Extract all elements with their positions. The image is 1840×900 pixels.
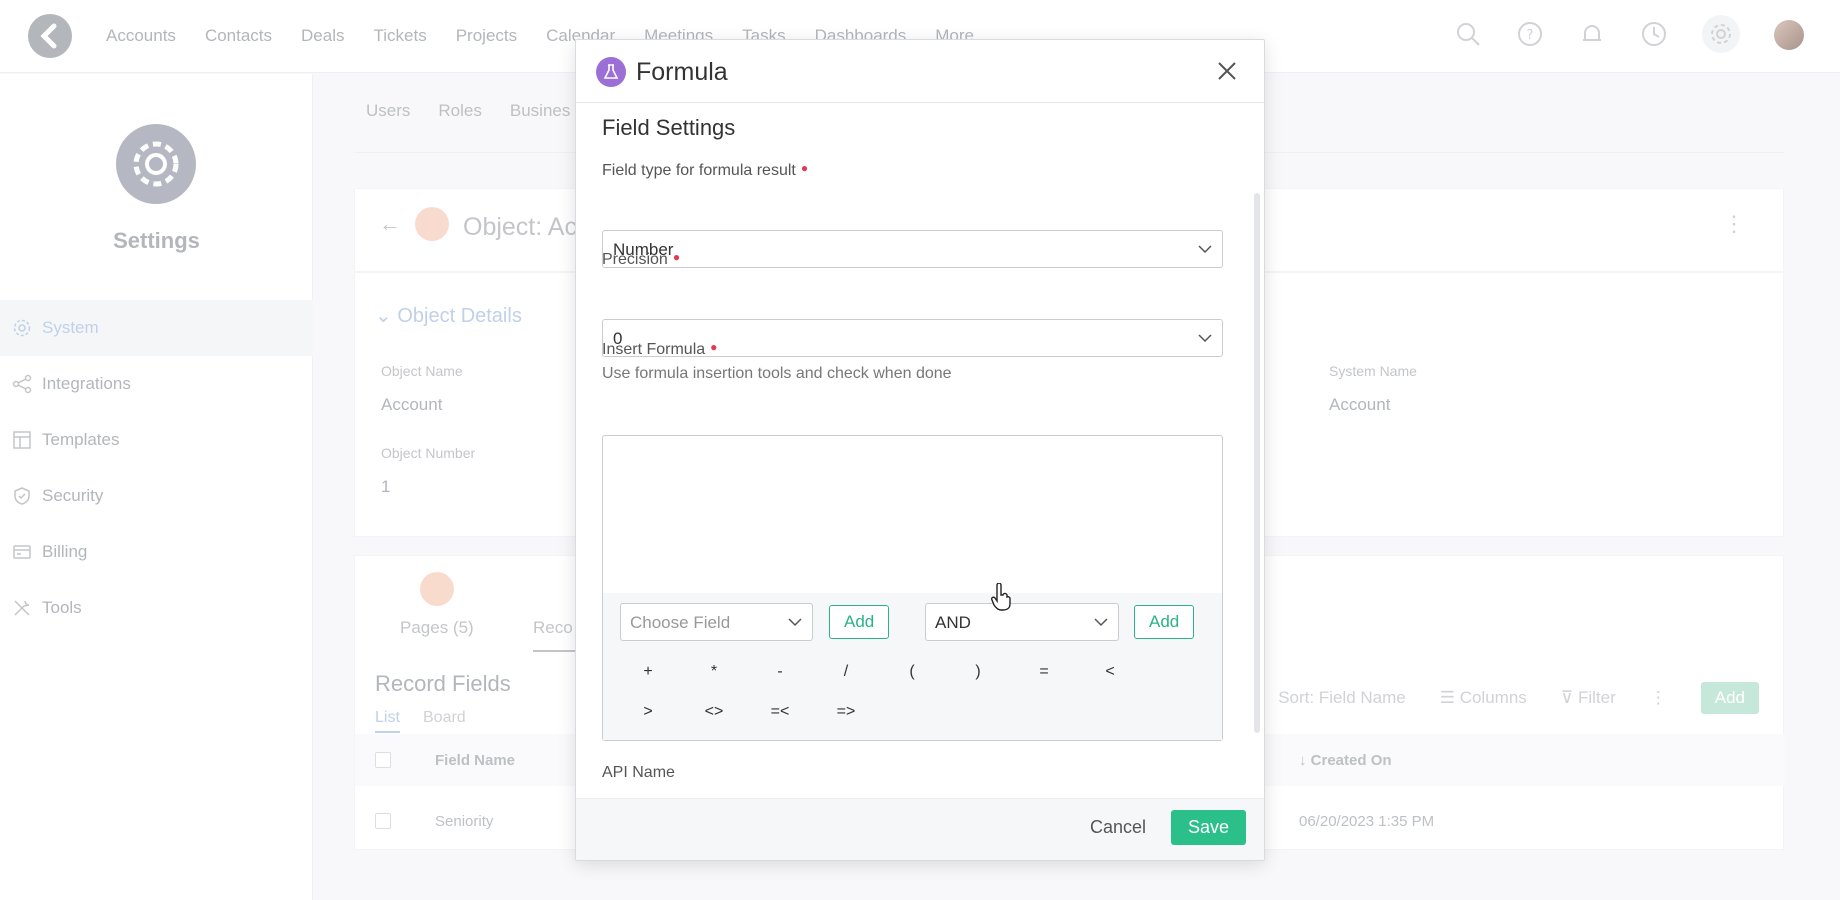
operator-equals[interactable]: =: [1024, 663, 1064, 681]
chevron-down-icon: [788, 618, 802, 627]
operator-less-than[interactable]: <: [1090, 663, 1130, 681]
formula-editor: Choose Field Add AND Add + * - / ( ) = <…: [602, 435, 1223, 741]
formula-tools: Choose Field Add AND Add + * - / ( ) = <…: [603, 593, 1222, 740]
precision-label: Precision ●: [602, 250, 680, 269]
operator-multiply[interactable]: *: [694, 663, 734, 681]
modal-title: Formula: [636, 58, 728, 86]
choose-field-select[interactable]: Choose Field: [620, 603, 813, 641]
chevron-down-icon: [1198, 245, 1212, 254]
operator-close-paren[interactable]: ): [958, 663, 998, 681]
required-indicator: ●: [710, 340, 718, 354]
operator-not-equal[interactable]: <>: [694, 703, 734, 721]
modal-footer: Cancel Save: [576, 798, 1264, 860]
operator-less-or-equal[interactable]: =<: [760, 703, 800, 721]
field-type-label-text: Field type for formula result: [602, 162, 796, 179]
section-title: Field Settings: [602, 115, 736, 140]
operator-open-paren[interactable]: (: [892, 663, 932, 681]
save-button[interactable]: Save: [1171, 810, 1246, 845]
modal-scrollbar[interactable]: [1254, 193, 1260, 733]
hand-cursor-icon: [991, 583, 1011, 611]
operator-plus[interactable]: +: [628, 663, 668, 681]
choose-field-placeholder: Choose Field: [630, 613, 731, 632]
operator-minus[interactable]: -: [760, 663, 800, 681]
cancel-button[interactable]: Cancel: [1090, 817, 1146, 838]
formula-modal: Formula Field Settings Field type for fo…: [575, 39, 1265, 861]
add-operator-button[interactable]: Add: [1134, 605, 1195, 639]
close-icon[interactable]: [1212, 56, 1242, 86]
logic-operator-select[interactable]: AND: [925, 603, 1119, 641]
required-indicator: ●: [672, 250, 681, 264]
add-field-button[interactable]: Add: [829, 605, 890, 639]
chevron-down-icon: [1094, 618, 1108, 627]
insert-formula-hint: Use formula insertion tools and check wh…: [602, 365, 952, 382]
field-type-select[interactable]: Number: [602, 230, 1223, 268]
insert-formula-label-text: Insert Formula: [602, 341, 706, 358]
insert-formula-label: Insert Formula ●: [602, 340, 717, 359]
flask-icon: [596, 57, 626, 87]
operator-greater-than[interactable]: >: [628, 703, 668, 721]
field-type-label: Field type for formula result ●: [602, 161, 808, 180]
api-name-label: API Name: [602, 764, 675, 781]
logic-operator-value: AND: [935, 613, 971, 632]
modal-body: Field Settings Field type for formula re…: [576, 103, 1264, 798]
required-indicator: ●: [800, 161, 809, 175]
formula-textarea[interactable]: [603, 436, 1222, 593]
operator-divide[interactable]: /: [826, 663, 866, 681]
modal-header: Formula: [576, 40, 1264, 103]
precision-label-text: Precision: [602, 251, 668, 268]
chevron-down-icon: [1198, 334, 1212, 343]
operator-greater-or-equal[interactable]: =>: [826, 703, 866, 721]
